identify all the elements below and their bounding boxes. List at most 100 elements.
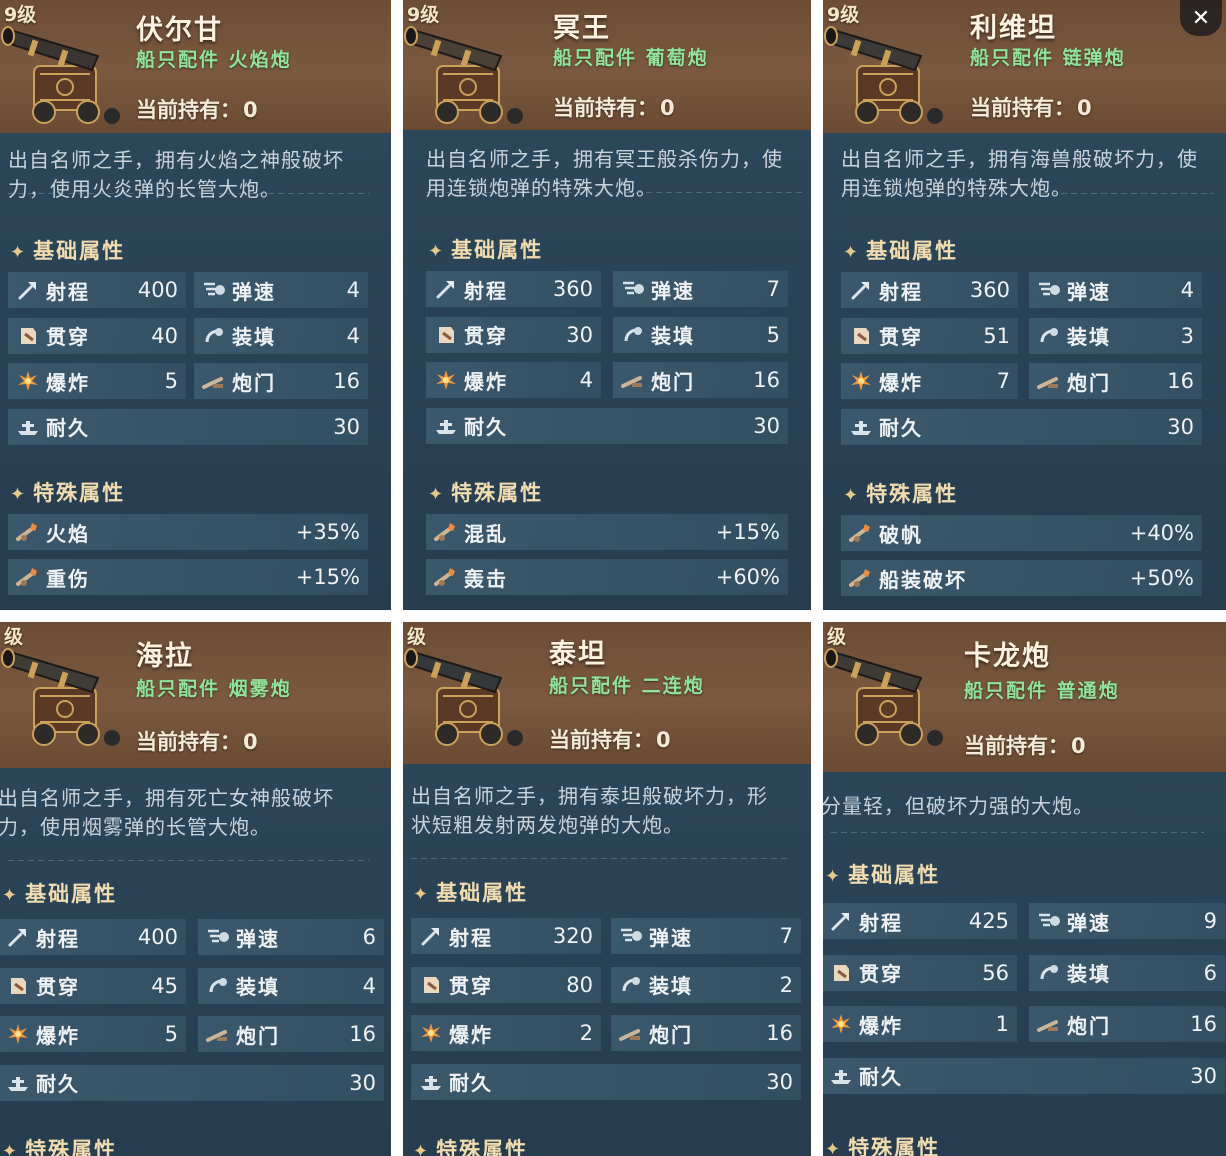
stat-value: 7 xyxy=(779,924,793,948)
stat-label: 射程 xyxy=(449,925,493,950)
section-basic-attributes: ✦ 基础属性 xyxy=(428,238,544,262)
explode-icon xyxy=(432,366,460,394)
stat-row-speed: 弹速 7 xyxy=(613,271,788,307)
stat-row-pierce: 贯穿 40 xyxy=(8,317,186,354)
range-icon xyxy=(14,276,42,304)
durability-icon xyxy=(417,1068,445,1096)
stat-value: 30 xyxy=(566,322,593,347)
stat-value: 4 xyxy=(362,973,376,998)
explode-icon xyxy=(847,367,875,395)
cannon-card[interactable]: 级 泰坦 船只配件 二连炮 当前持有：0 出自名师之手，拥有泰坦般破坏力，形 状短… xyxy=(403,622,811,1156)
stat-row-gunport: 炮门 16 xyxy=(613,362,788,398)
stat-row-pierce: 贯穿 30 xyxy=(426,316,601,353)
star-icon: ✦ xyxy=(428,241,446,262)
stat-value: 1 xyxy=(995,1012,1009,1036)
stat-row-explode: 爆炸 5 xyxy=(0,1016,186,1052)
item-description: 出自名师之手，拥有冥王般杀伤力，使 用连锁炮弹的特殊大炮。 xyxy=(426,147,783,200)
stat-label: 贯穿 xyxy=(859,962,903,986)
section-special-attributes: ✦ 特殊属性 xyxy=(825,1132,940,1156)
stat-row-speed: 弹速 7 xyxy=(611,918,801,954)
stat-row-range: 射程 360 xyxy=(426,271,601,307)
stat-row-speed: 弹速 4 xyxy=(1029,272,1202,308)
stat-label: 射程 xyxy=(859,910,903,935)
stat-value: 16 xyxy=(1190,1012,1217,1036)
range-icon xyxy=(432,275,460,303)
cannon-card[interactable]: 9级 冥王 船只配件 葡萄炮 当前持有：0 出自名师之手，拥有冥王般杀伤力，使用… xyxy=(403,0,811,610)
stat-label: 弹速 xyxy=(649,925,693,950)
speed-icon xyxy=(619,275,647,303)
stat-label: 炮门 xyxy=(232,370,276,395)
stat-row-durability: 耐久 30 xyxy=(8,408,368,445)
speed-icon xyxy=(1035,907,1063,935)
divider xyxy=(426,192,804,193)
stat-value: 16 xyxy=(753,368,780,392)
stat-value: 320 xyxy=(552,924,593,948)
card-header: 9级 冥王 船只配件 葡萄炮 当前持有：0 xyxy=(403,0,811,130)
cannon-card[interactable]: 9级 伏尔甘 船只配件 火焰炮 当前持有：0 出自名师之手，拥有火焰之神般破坏力… xyxy=(0,0,391,610)
stat-value: 45 xyxy=(151,973,178,998)
stat-label: 炮门 xyxy=(649,1022,693,1047)
close-button[interactable]: ✕ xyxy=(1180,0,1222,36)
speed-icon xyxy=(204,923,232,951)
divider xyxy=(8,860,369,861)
card-header: 9级 伏尔甘 船只配件 火焰炮 当前持有：0 xyxy=(0,0,391,133)
stat-label: 炮门 xyxy=(236,1023,280,1048)
star-icon: ✦ xyxy=(413,884,431,905)
stat-label: 耐久 xyxy=(464,415,508,439)
section-special-attributes: ✦ 特殊属性 xyxy=(413,1134,528,1156)
stat-value: 5 xyxy=(766,322,780,347)
section-special-attributes: ✦ 特殊属性 xyxy=(843,482,959,506)
special-attribute-icon xyxy=(14,518,42,546)
card-header: 级 卡龙炮 船只配件 普通炮 当前持有：0 xyxy=(823,622,1226,772)
gunport-icon xyxy=(617,1019,645,1047)
cannon-card[interactable]: 级 海拉 船只配件 烟雾炮 当前持有：0 出自名师之手，拥有死亡女神般破坏 力，使… xyxy=(0,622,391,1156)
stat-row-range: 射程 360 xyxy=(841,272,1018,308)
special-value: +50% xyxy=(1129,566,1194,590)
stat-label: 弹速 xyxy=(236,926,280,951)
item-name: 卡龙炮 xyxy=(964,641,1051,672)
special-attribute-row: 破帆 +40% xyxy=(841,515,1202,551)
item-type: 船只配件 普通炮 xyxy=(964,680,1120,702)
stat-label: 射程 xyxy=(36,926,80,951)
stat-row-speed: 弹速 9 xyxy=(1029,903,1225,939)
reload-icon xyxy=(619,321,647,349)
star-icon: ✦ xyxy=(413,1141,431,1156)
explode-icon xyxy=(14,367,42,395)
stat-row-gunport: 炮门 16 xyxy=(194,363,368,399)
special-label: 混乱 xyxy=(464,521,508,546)
stat-row-range: 射程 400 xyxy=(0,919,186,955)
reload-icon xyxy=(204,972,232,1000)
cannon-image xyxy=(824,648,943,746)
special-label: 重伤 xyxy=(46,566,90,591)
stat-label: 爆炸 xyxy=(879,370,923,395)
special-attribute-row: 船装破坏 +50% xyxy=(841,560,1202,596)
stat-row-durability: 耐久 30 xyxy=(823,1057,1225,1094)
cannon-card[interactable]: 9级 利维坦 船只配件 链弹炮 当前持有：0 出自名师之手，拥有海兽般破坏力，使… xyxy=(823,0,1226,610)
stat-label: 装填 xyxy=(1067,962,1111,986)
item-name: 泰坦 xyxy=(549,639,607,670)
special-attribute-icon xyxy=(847,564,875,592)
stat-label: 装填 xyxy=(651,324,695,348)
stat-row-explode: 爆炸 2 xyxy=(411,1015,601,1051)
cannon-card[interactable]: 级 卡龙炮 船只配件 普通炮 当前持有：0 分量轻，但破坏力强的大炮。 ✦ 基础属性… xyxy=(823,622,1226,1156)
stat-row-reload: 装填 4 xyxy=(194,317,368,354)
stat-value: 9 xyxy=(1203,909,1217,933)
stat-label: 炮门 xyxy=(1067,370,1111,395)
gunport-icon xyxy=(200,367,228,395)
star-icon: ✦ xyxy=(428,484,446,505)
stat-label: 贯穿 xyxy=(449,974,493,998)
speed-icon xyxy=(200,276,228,304)
stat-label: 贯穿 xyxy=(879,325,923,349)
card-header: 级 泰坦 船只配件 二连炮 当前持有：0 xyxy=(403,622,811,764)
explode-icon xyxy=(417,1019,445,1047)
pierce-icon xyxy=(847,322,875,350)
special-label: 破帆 xyxy=(879,522,923,547)
stat-label: 弹速 xyxy=(651,278,695,303)
stat-row-explode: 爆炸 1 xyxy=(823,1006,1017,1042)
explode-icon xyxy=(827,1010,855,1038)
gunport-icon xyxy=(204,1020,232,1048)
stat-row-durability: 耐久 30 xyxy=(426,407,788,444)
stat-value: 30 xyxy=(1190,1063,1217,1088)
stat-row-gunport: 炮门 16 xyxy=(611,1015,801,1051)
item-name: 冥王 xyxy=(553,13,611,44)
